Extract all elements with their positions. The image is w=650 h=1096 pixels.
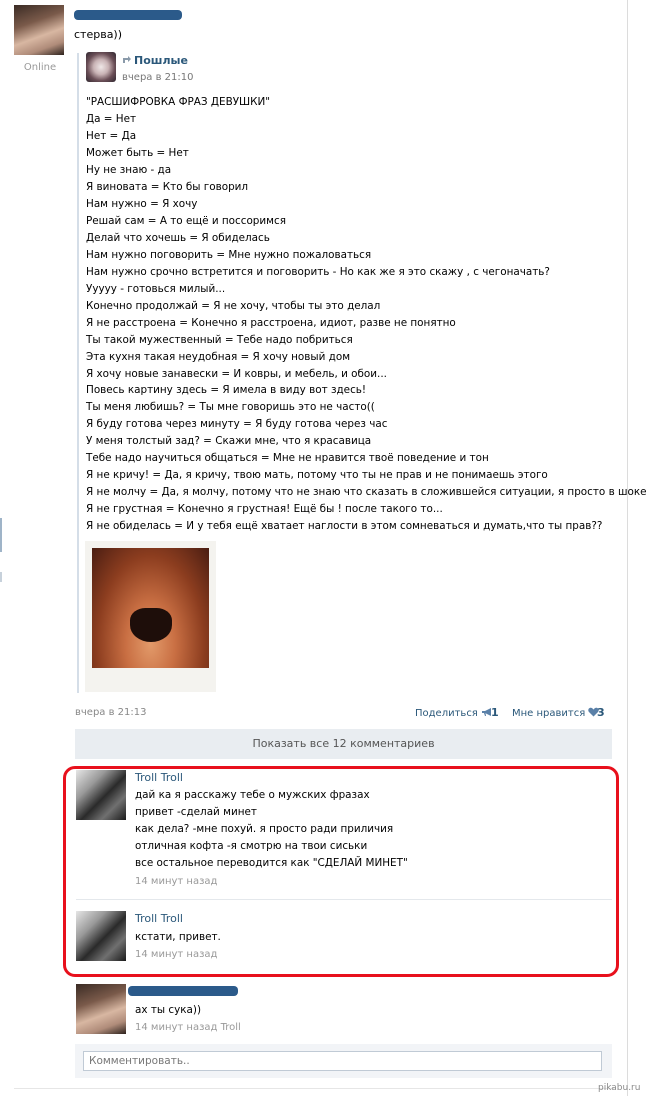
text-line: Ууууу - готовься милый... <box>86 282 226 295</box>
text-line: Я не кричу! = Да, я кричу, твою мать, по… <box>86 469 548 482</box>
watermark: pikabu.ru <box>598 1083 641 1093</box>
text-line: "РАСШИФРОВКА ФРАЗ ДЕВУШКИ" <box>86 96 271 108</box>
text-line: Может быть = Нет <box>86 146 189 159</box>
author-avatar[interactable] <box>14 5 64 55</box>
text-line: Я виновата = Кто бы говорил <box>86 180 249 193</box>
text-line: Ты меня любишь? = Ты мне говоришь это не… <box>86 401 375 414</box>
comment-form <box>75 1044 612 1078</box>
commenter-avatar[interactable] <box>76 984 126 1034</box>
share-count: 1 <box>491 706 499 719</box>
comment-time[interactable]: 14 минут назад <box>135 876 217 887</box>
text-line: У меня толстый зад? = Скажи мне, что я к… <box>86 435 372 448</box>
text-line: Ты такой мужественный = Тебе надо побрит… <box>86 333 353 346</box>
comment-divider <box>76 899 612 900</box>
comment-text: дай ка я расскажу тебе о мужских фразах … <box>135 787 408 872</box>
post-text: стерва)) <box>74 28 123 41</box>
comment-line: кстати, привет. <box>135 931 221 943</box>
repost-arrow-icon <box>122 55 132 67</box>
bottom-divider <box>14 1088 614 1089</box>
comment-line: отличная кофта -я смотрю на твои сиськи <box>135 840 368 852</box>
like-button[interactable]: Мне нравится <box>512 707 600 719</box>
repost-text: "РАСШИФРОВКА ФРАЗ ДЕВУШКИ" Да = Нет Нет … <box>86 94 647 535</box>
comment-author[interactable]: Troll Troll <box>135 771 183 784</box>
post-date[interactable]: вчера в 21:13 <box>75 707 147 718</box>
comment-input[interactable] <box>83 1051 602 1071</box>
text-line: Решай сам = А то ещё и поссоримся <box>86 214 286 227</box>
commenter-avatar[interactable] <box>76 770 126 820</box>
text-line: Нам нужно поговорить = Мне нужно пожалов… <box>86 248 372 261</box>
online-status: Online <box>23 62 57 73</box>
text-line: Ну не знаю - да <box>86 163 172 176</box>
comment-time[interactable]: 14 минут назад <box>135 949 217 960</box>
comment-line: привет -сделай минет <box>135 806 257 818</box>
commenter-avatar[interactable] <box>76 911 126 961</box>
comment-time[interactable]: 14 минут назад Troll <box>135 1022 241 1033</box>
post-photo[interactable] <box>85 541 216 692</box>
text-line: Да = Нет <box>86 112 137 125</box>
text-line: Эта кухня такая неудобная = Я хочу новый… <box>86 350 351 363</box>
comment-line: как дела? -мне похуй. я просто ради прил… <box>135 823 394 835</box>
share-button[interactable]: Поделиться <box>415 707 493 719</box>
repost-group-name[interactable]: Пошлые <box>134 54 188 67</box>
text-line: Я не молчу = Да, я молчу, потому что не … <box>86 486 647 499</box>
text-line: Я не расстроена = Конечно я расстроена, … <box>86 316 456 329</box>
left-edge-marker <box>0 518 2 552</box>
text-line: Нет = Да <box>86 129 137 142</box>
comment-author[interactable]: Troll Troll <box>135 912 183 925</box>
repost-group-avatar[interactable] <box>86 52 116 82</box>
right-divider <box>627 0 628 1096</box>
left-edge-marker <box>0 572 2 582</box>
like-label: Мне нравится <box>512 708 586 719</box>
text-line: Тебе надо научиться общаться = Мне не нр… <box>86 452 489 465</box>
comment-author-redacted[interactable] <box>128 986 238 996</box>
text-line: Нам нужно = Я хочу <box>86 197 198 210</box>
text-line: Делай что хочешь = Я обиделась <box>86 231 270 244</box>
photo-image <box>92 548 209 668</box>
author-name-redacted[interactable] <box>74 10 182 20</box>
show-all-comments-button[interactable]: Показать все 12 комментариев <box>75 729 612 759</box>
like-count: 3 <box>597 706 605 719</box>
text-line: Нам нужно срочно встретится и поговорить… <box>86 265 550 278</box>
text-line: Повесь картину здесь = Я имела в виду во… <box>86 384 367 397</box>
repost-date[interactable]: вчера в 21:10 <box>122 72 194 83</box>
comment-line: все остальное переводится как "СДЕЛАЙ МИ… <box>135 857 408 869</box>
share-label: Поделиться <box>415 708 478 719</box>
text-line: Я хочу новые занавески = И ковры, и мебе… <box>86 367 387 380</box>
text-line: Я не обиделась = И у тебя ещё хватает на… <box>86 520 603 533</box>
text-line: Конечно продолжай = Я не хочу, чтобы ты … <box>86 299 381 312</box>
text-line: Я буду готова через минуту = Я буду гото… <box>86 418 388 431</box>
text-line: Я не грустная = Конечно я грустная! Ещё … <box>86 503 443 516</box>
repost-quote-line <box>77 53 79 693</box>
comment-text: ах ты сука)) <box>135 1004 201 1016</box>
comment-text: кстати, привет. <box>135 929 221 946</box>
comment-line: дай ка я расскажу тебе о мужских фразах <box>135 789 370 801</box>
